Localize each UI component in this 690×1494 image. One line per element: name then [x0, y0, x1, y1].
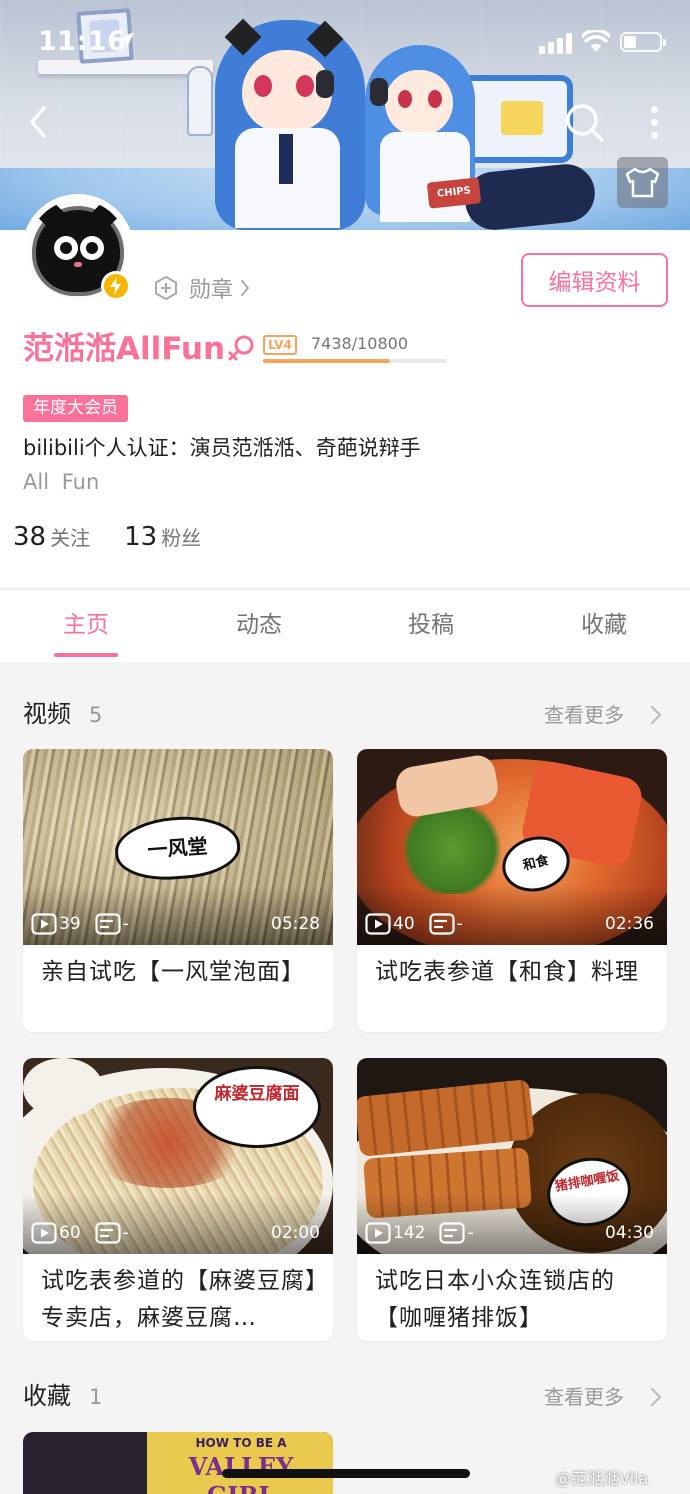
following-label[interactable]: 关注 — [50, 522, 90, 551]
video-meta: 40 - — [365, 912, 463, 936]
search-icon[interactable] — [562, 100, 606, 144]
signature-text: All Fun — [23, 470, 100, 494]
home-indicator — [222, 1469, 470, 1478]
danmaku-count: - — [456, 914, 463, 934]
location-arrow-icon — [118, 32, 134, 48]
banner-chips-bag: CHIPS — [426, 177, 482, 209]
play-count-icon — [31, 1222, 57, 1244]
medal-plus-icon — [155, 275, 177, 301]
play-count-icon — [365, 913, 391, 935]
female-icon — [228, 335, 254, 361]
danmaku-count: - — [122, 914, 129, 934]
video-title[interactable]: 试吃日本小众连锁店的【咖喱猪排饭】 — [375, 1263, 657, 1337]
status-time: 11:16 — [38, 26, 127, 57]
play-count: 39 — [59, 914, 81, 934]
danmaku-icon — [439, 1222, 466, 1244]
exp-text: 7438/10800 — [311, 334, 409, 353]
danmaku-count: - — [467, 1223, 474, 1243]
chevron-right-icon[interactable] — [649, 1386, 663, 1408]
videos-section-count: 5 — [89, 703, 103, 727]
status-bar: 11:16 — [0, 0, 690, 86]
exp-progress-bar — [263, 359, 447, 363]
theme-button[interactable] — [617, 157, 668, 208]
play-count-icon — [365, 1222, 391, 1244]
lightning-badge-icon — [101, 271, 131, 301]
tab-submissions[interactable]: 投稿 — [345, 590, 517, 663]
avatar-cat-eye-right — [80, 236, 104, 260]
video-title[interactable]: 试吃表参道的【麻婆豆腐】专卖店，麻婆豆腐… — [41, 1263, 323, 1337]
danmaku-icon — [95, 913, 121, 935]
play-count: 142 — [393, 1223, 426, 1243]
videos-section-title: 视频 — [23, 700, 71, 728]
play-count: 60 — [59, 1223, 81, 1243]
favorite-cover-text-1: HOW TO BE A — [195, 1436, 287, 1450]
video-duration: 02:36 — [605, 914, 654, 934]
tab-dynamics[interactable]: 动态 — [173, 590, 345, 663]
edit-profile-button[interactable]: 编辑资料 — [521, 253, 668, 307]
chevron-right-icon — [241, 280, 250, 296]
video-meta: 39 - — [31, 912, 129, 936]
play-count-icon — [31, 913, 57, 935]
favorites-section-count: 1 — [89, 1385, 103, 1409]
banner-girl2-body — [380, 132, 470, 222]
video-title[interactable]: 试吃表参道【和食】料理 — [375, 954, 657, 991]
followers-label[interactable]: 粉丝 — [161, 522, 201, 551]
video-duration: 02:00 — [271, 1223, 320, 1243]
avatar-cat-nose — [74, 262, 82, 267]
banner-girl1-tie — [279, 134, 293, 184]
medal-label: 勋章 — [189, 278, 234, 303]
videos-see-more-link[interactable]: 查看更多 — [544, 692, 624, 738]
avatar-cat-eye-left — [54, 236, 78, 260]
video-meta: 60 - — [31, 1221, 129, 1245]
video-card[interactable]: 和食 40 - 02:36 试吃表参道【和食】料理 — [357, 749, 667, 1032]
more-vertical-icon[interactable] — [640, 102, 670, 142]
favorites-section-title: 收藏 — [23, 1382, 71, 1410]
followers-count[interactable]: 13 — [124, 522, 157, 552]
vip-tag: 年度大会员 — [23, 395, 128, 422]
watermark: @范湉湉Vila — [555, 1469, 649, 1488]
video-bubble-text: 麻婆豆腐面 — [193, 1066, 321, 1148]
certification-text: bilibili个人认证：演员范湉湉、奇葩说辩手 — [23, 436, 421, 460]
banner-girl2-eye-left — [398, 90, 412, 108]
favorite-card[interactable]: HOW TO BE A VALLEY GIRL — [23, 1432, 333, 1494]
wifi-icon — [582, 30, 610, 52]
following-count[interactable]: 38 — [13, 522, 46, 552]
favorites-section-header: 收藏 1 查看更多 — [0, 1374, 690, 1424]
videos-section-header: 视频 5 查看更多 — [0, 692, 690, 742]
battery-icon — [620, 32, 666, 52]
tab-favorites[interactable]: 收藏 — [518, 590, 690, 663]
stats-row: 38 关注 13 粉丝 — [13, 522, 235, 552]
video-card[interactable]: 一风堂 39 - 05:28 亲自试吃【一风堂泡面】 — [23, 749, 333, 1032]
tshirt-icon — [625, 167, 660, 198]
medal-link[interactable]: 勋章 — [153, 272, 251, 304]
favorites-see-more-link[interactable]: 查看更多 — [544, 1374, 624, 1420]
video-duration: 05:28 — [271, 914, 320, 934]
chevron-right-icon[interactable] — [649, 704, 663, 726]
danmaku-count: - — [122, 1223, 129, 1243]
play-count: 40 — [393, 914, 415, 934]
chevron-left-icon[interactable] — [20, 100, 60, 144]
video-meta: 142 - — [365, 1221, 474, 1245]
level-badge: LV4 — [263, 335, 297, 355]
video-duration: 04:30 — [605, 1223, 654, 1243]
username: 范湉湉AllFun — [23, 331, 226, 367]
danmaku-icon — [429, 913, 455, 935]
danmaku-icon — [95, 1222, 121, 1244]
banner-girl2-eye-right — [428, 90, 442, 108]
signal-icon — [539, 32, 575, 54]
video-title[interactable]: 亲自试吃【一风堂泡面】 — [41, 954, 323, 991]
exp-progress-fill — [263, 359, 390, 363]
tab-bar: 主页 动态 投稿 收藏 — [0, 589, 690, 662]
tab-active-indicator — [54, 653, 118, 657]
video-card[interactable]: 猪排咖喱饭 142 - 04:30 试吃日本小众连锁店的【咖喱猪排饭】 — [357, 1058, 667, 1341]
video-card[interactable]: 麻婆豆腐面 60 - 02:00 试吃表参道的【麻婆豆腐】专卖店，麻婆豆腐… — [23, 1058, 333, 1341]
